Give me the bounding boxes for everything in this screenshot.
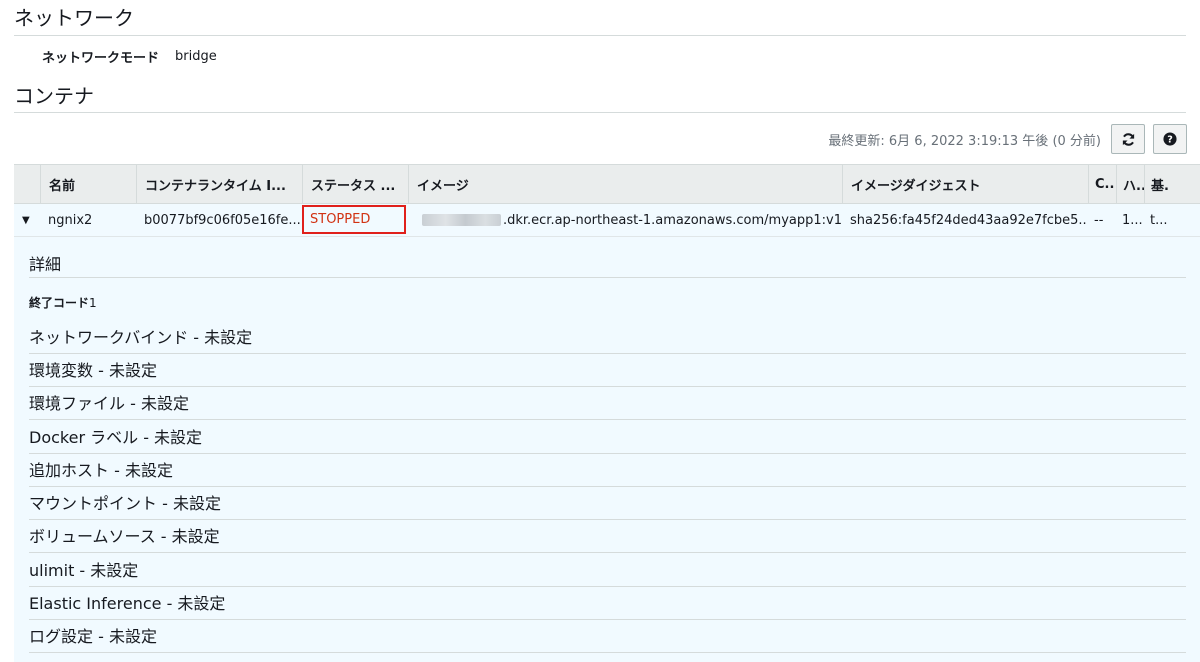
detail-divider	[29, 586, 1186, 587]
network-divider	[14, 35, 1186, 36]
container-details-panel: 詳細 終了コード1 ネットワークバインド - 未設定 環境変数 - 未設定 環境…	[14, 237, 1200, 662]
details-heading: 詳細	[29, 255, 62, 274]
table-header: 名前 コンテナランタイム I... ステータス ... イメージ イメージダイジ…	[14, 164, 1200, 204]
detail-mount-points[interactable]: マウントポイント - 未設定	[29, 494, 221, 514]
containers-divider	[14, 112, 1186, 113]
network-mode-value: bridge	[175, 48, 217, 64]
caret-down-icon[interactable]: ▼	[22, 204, 30, 236]
network-mode-label: ネットワークモード	[42, 50, 160, 66]
detail-log-config[interactable]: ログ設定 - 未設定	[29, 627, 157, 647]
details-divider	[29, 277, 1186, 278]
header-c[interactable]: C..	[1088, 165, 1116, 203]
table-row[interactable]: ▼ ngnix2 b0077bf9c06f05e16fe... STOPPED …	[14, 204, 1200, 237]
detail-divider	[29, 619, 1186, 620]
detail-network-bindings[interactable]: ネットワークバインド - 未設定	[29, 328, 252, 348]
detail-divider	[29, 386, 1186, 387]
refresh-button[interactable]	[1111, 124, 1145, 154]
detail-divider	[29, 652, 1186, 653]
help-icon: ?	[1163, 132, 1177, 146]
image-uri: .dkr.ecr.ap-northeast-1.amazonaws.com/my…	[502, 212, 842, 228]
header-name[interactable]: 名前	[40, 165, 136, 203]
header-k[interactable]: 基.	[1144, 165, 1184, 203]
cell-c: --	[1094, 212, 1104, 228]
containers-section-title: コンテナ	[14, 84, 94, 108]
cell-image-digest: sha256:fa45f24ded43aa92e7fcbe5...	[850, 212, 1088, 228]
cell-status-highlight: STOPPED	[302, 205, 406, 234]
cell-runtime-id: b0077bf9c06f05e16fe...	[144, 212, 301, 228]
help-button[interactable]: ?	[1153, 124, 1187, 154]
detail-docker-labels[interactable]: Docker ラベル - 未設定	[29, 428, 202, 448]
detail-extra-hosts[interactable]: 追加ホスト - 未設定	[29, 461, 173, 481]
last-updated-text: 最終更新: 6月 6, 2022 3:19:13 午後 (0 分前)	[828, 133, 1101, 149]
detail-divider	[29, 486, 1186, 487]
containers-toolbar: 最終更新: 6月 6, 2022 3:19:13 午後 (0 分前) ?	[828, 124, 1187, 154]
detail-divider	[29, 353, 1186, 354]
header-h[interactable]: ハ..	[1116, 165, 1144, 203]
header-expander-spacer	[14, 165, 40, 203]
network-mode: ネットワークモード bridge	[42, 46, 217, 66]
redacted-account-id	[422, 214, 501, 226]
header-runtime-id[interactable]: コンテナランタイム I...	[136, 165, 302, 203]
cell-name: ngnix2	[48, 212, 93, 228]
detail-divider	[29, 453, 1186, 454]
detail-elastic-inference[interactable]: Elastic Inference - 未設定	[29, 594, 225, 614]
containers-table: 名前 コンテナランタイム I... ステータス ... イメージ イメージダイジ…	[14, 164, 1200, 237]
refresh-icon	[1122, 132, 1134, 146]
detail-env-vars[interactable]: 環境変数 - 未設定	[29, 361, 157, 381]
cell-k: t...	[1150, 212, 1168, 228]
cell-h: 1...	[1122, 212, 1143, 228]
detail-ulimits[interactable]: ulimit - 未設定	[29, 561, 138, 581]
detail-divider	[29, 419, 1186, 420]
exit-code: 終了コード1	[29, 294, 97, 311]
header-status[interactable]: ステータス ...	[302, 165, 408, 203]
exit-code-value: 1	[89, 296, 97, 310]
exit-code-label: 終了コード	[29, 296, 90, 310]
detail-env-files[interactable]: 環境ファイル - 未設定	[29, 394, 189, 414]
header-image[interactable]: イメージ	[408, 165, 842, 203]
detail-divider	[29, 552, 1186, 553]
header-image-digest[interactable]: イメージダイジェスト	[842, 165, 1088, 203]
cell-image: .dkr.ecr.ap-northeast-1.amazonaws.com/my…	[408, 204, 842, 236]
svg-text:?: ?	[1167, 135, 1173, 146]
network-section-title: ネットワーク	[14, 6, 134, 30]
status-text: STOPPED	[310, 212, 371, 227]
detail-volume-sources[interactable]: ボリュームソース - 未設定	[29, 527, 220, 547]
detail-divider	[29, 519, 1186, 520]
